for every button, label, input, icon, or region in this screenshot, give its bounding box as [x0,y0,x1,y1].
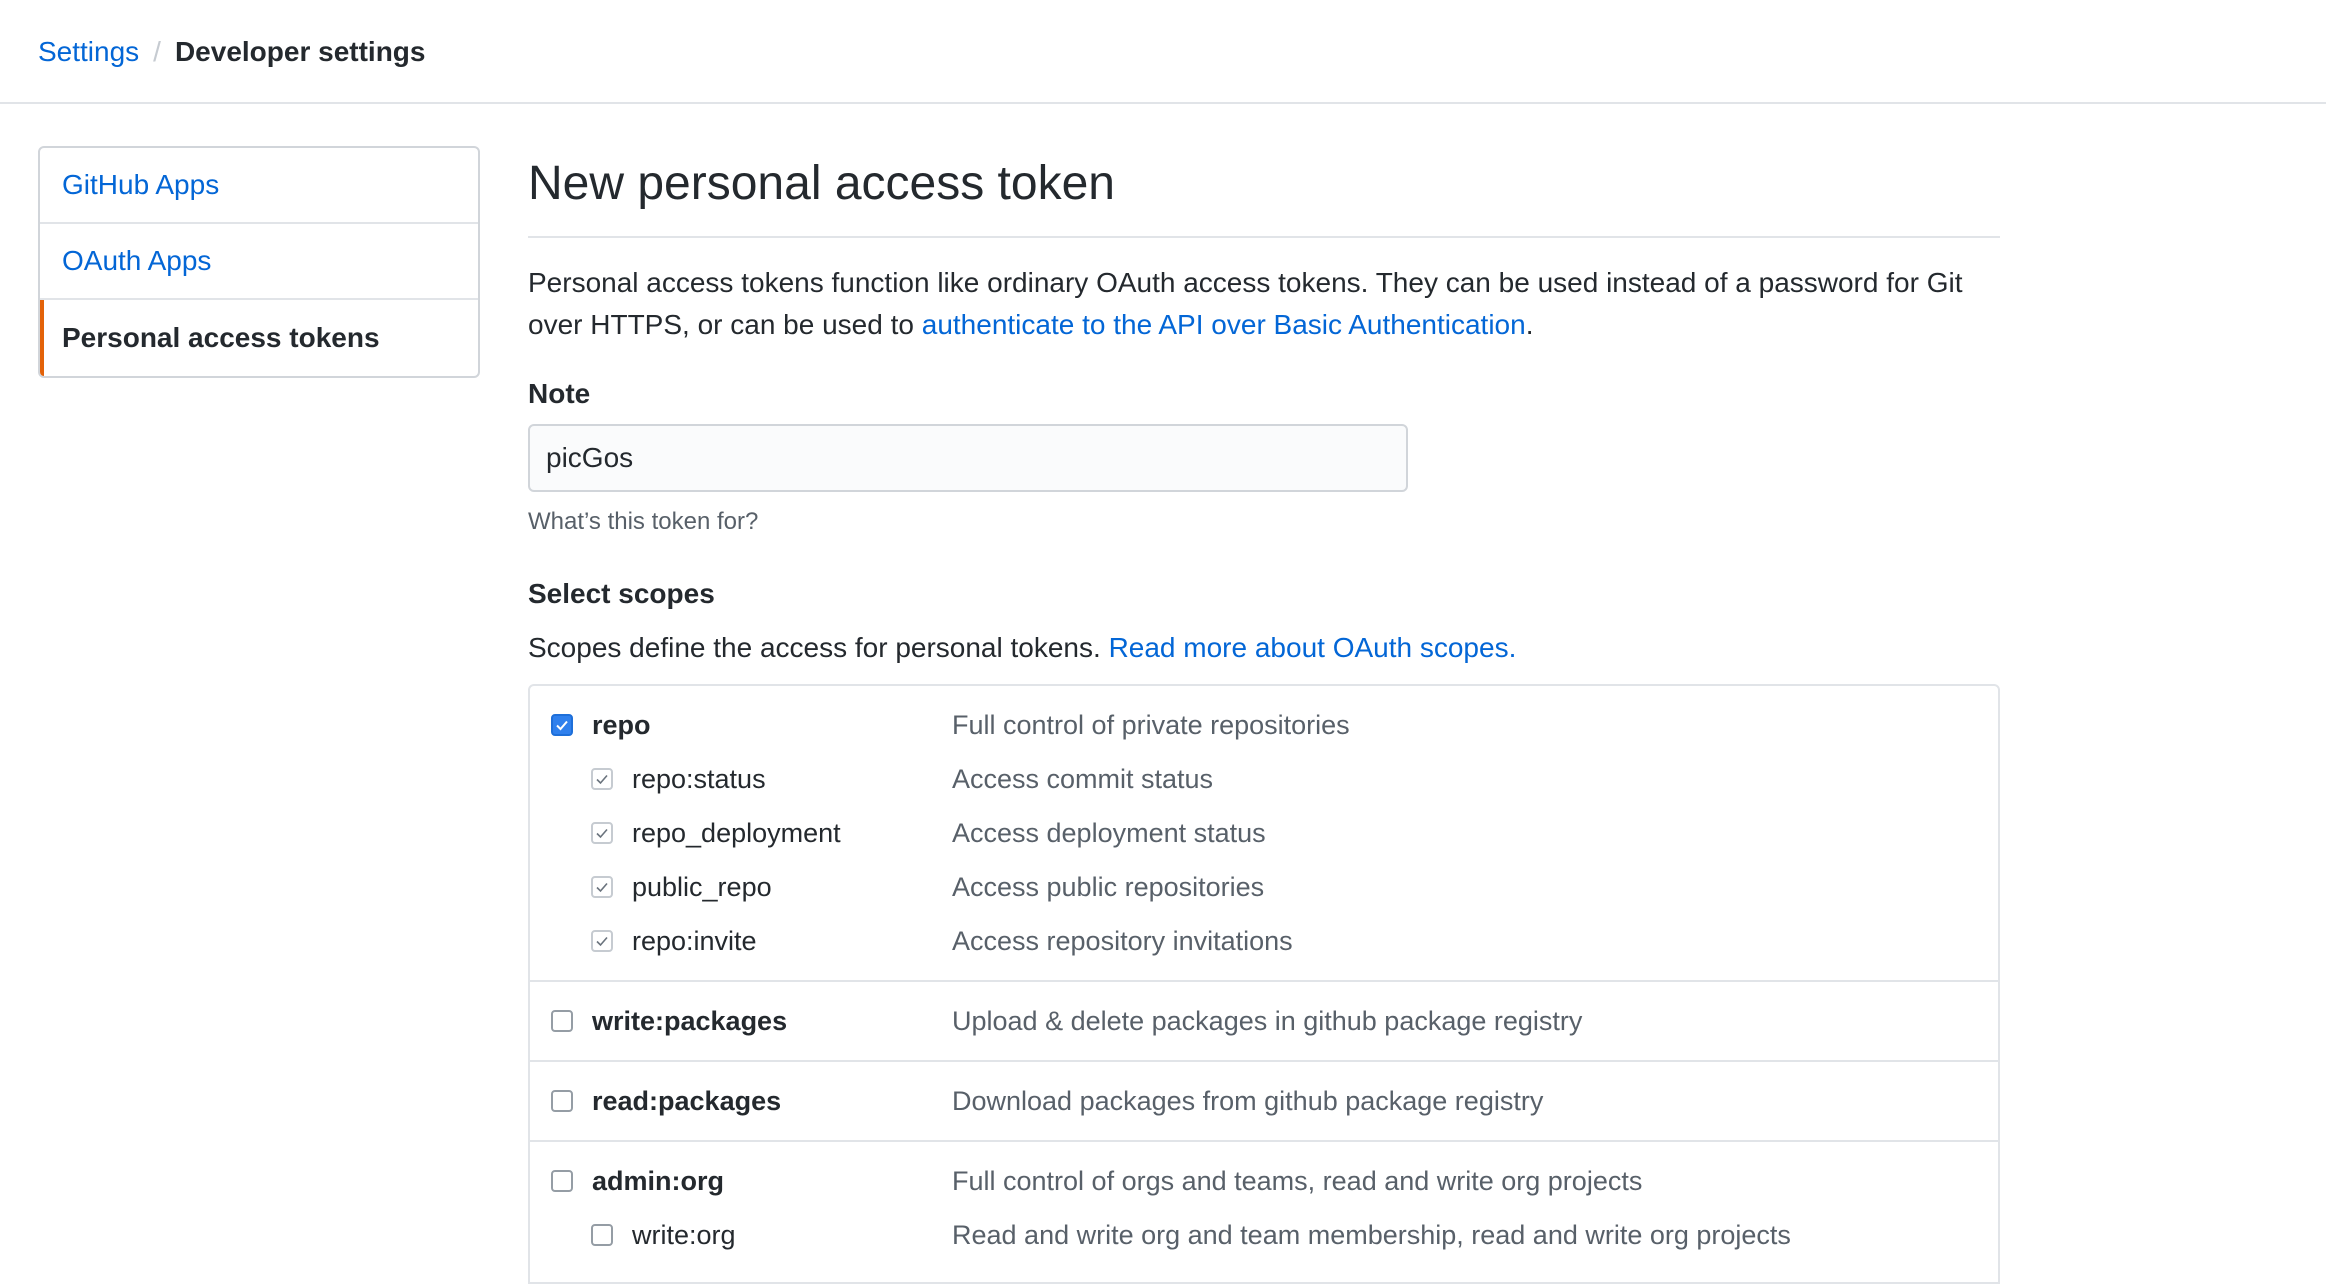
repo-status-checkbox[interactable] [591,768,613,790]
sidebar-menu: GitHub Apps OAuth Apps Personal access t… [38,146,480,378]
scopes-desc-text: Scopes define the access for personal to… [528,632,1109,663]
scope-desc: Full control of orgs and teams, read and… [952,1165,1643,1196]
main-content: New personal access token Personal acces… [528,146,2000,1284]
scope-desc: Read and write org and team membership, … [952,1219,1791,1250]
scope-row: repo Full control of private repositorie… [530,698,1998,752]
note-hint: What’s this token for? [528,508,759,535]
scope-group-read-packages: read:packages Download packages from git… [530,1062,1998,1142]
scope-name: write:org [632,1219,736,1250]
scope-desc: Full control of private repositories [952,709,1350,740]
repo-checkbox[interactable] [551,714,573,736]
page-title: New personal access token [528,146,2000,238]
scope-desc: Access public repositories [952,871,1265,902]
checkbox-wrapper [590,875,614,899]
basic-auth-link[interactable]: authenticate to the API over Basic Authe… [922,309,1526,340]
scope-desc: Download packages from github package re… [952,1085,1544,1116]
checkbox-wrapper [550,1089,574,1113]
checkbox-wrapper [550,1009,574,1033]
checkbox-wrapper [550,713,574,737]
read-packages-checkbox[interactable] [551,1090,573,1112]
scope-group-write-packages: write:packages Upload & delete packages … [530,982,1998,1062]
scope-row: admin:org Full control of orgs and teams… [530,1154,1998,1208]
check-icon [596,774,608,785]
intro-paragraph: Personal access tokens function like ord… [528,262,2000,346]
note-label: Note [528,378,591,409]
breadcrumb-separator: / [153,36,161,67]
sidebar-item-personal-access-tokens[interactable]: Personal access tokens [40,300,478,376]
scope-row: write:packages Upload & delete packages … [530,994,1998,1048]
scope-group-admin-org: admin:org Full control of orgs and teams… [530,1142,1998,1274]
breadcrumb-settings-link[interactable]: Settings [38,30,139,74]
scope-desc: Upload & delete packages in github packa… [952,1005,1583,1036]
checkbox-wrapper [590,767,614,791]
scope-name: admin:org [592,1165,724,1196]
write-packages-checkbox[interactable] [551,1010,573,1032]
breadcrumb-current: Developer settings [174,36,426,67]
breadcrumb: Settings / Developer settings [38,30,425,74]
scope-desc: Access commit status [952,763,1214,794]
scope-group-repo: repo Full control of private repositorie… [530,686,1998,982]
admin-org-checkbox[interactable] [551,1170,573,1192]
repo-invite-checkbox[interactable] [591,930,613,952]
checkbox-wrapper [550,1169,574,1193]
sidebar-item-oauth-apps[interactable]: OAuth Apps [40,224,478,300]
scope-row: repo:status Access commit status [530,752,1998,806]
scope-row: write:org Read and write org and team me… [530,1208,1998,1262]
scope-name: repo:invite [632,925,757,956]
check-icon [556,720,568,731]
public-repo-checkbox[interactable] [591,876,613,898]
check-icon [596,828,608,839]
scopes-list: repo Full control of private repositorie… [528,684,2000,1284]
scope-name: read:packages [592,1085,782,1116]
note-input[interactable] [528,424,1408,492]
header-bar: Settings / Developer settings [0,0,2326,104]
scope-row: repo_deployment Access deployment status [530,806,1998,860]
scope-name: repo:status [632,763,766,794]
scopes-title: Select scopes [528,578,715,609]
checkbox-wrapper [590,821,614,845]
scopes-description: Scopes define the access for personal to… [528,628,2000,668]
scope-name: public_repo [632,871,772,902]
check-icon [596,882,608,893]
scope-row: public_repo Access public repositories [530,860,1998,914]
intro-end: . [1525,309,1534,340]
scope-row: read:packages Download packages from git… [530,1074,1998,1128]
repo-deployment-checkbox[interactable] [591,822,613,844]
sidebar-item-github-apps[interactable]: GitHub Apps [40,148,478,224]
scope-name: repo [592,709,651,740]
scope-row: repo:invite Access repository invitation… [530,914,1998,968]
checkbox-wrapper [590,1223,614,1247]
scope-desc: Access repository invitations [952,925,1293,956]
oauth-scopes-link[interactable]: Read more about OAuth scopes. [1109,632,1517,663]
scope-desc: Access deployment status [952,817,1266,848]
checkbox-wrapper [590,929,614,953]
scope-name: repo_deployment [632,817,841,848]
write-org-checkbox[interactable] [591,1224,613,1246]
scope-name: write:packages [592,1005,788,1036]
check-icon [596,936,608,947]
